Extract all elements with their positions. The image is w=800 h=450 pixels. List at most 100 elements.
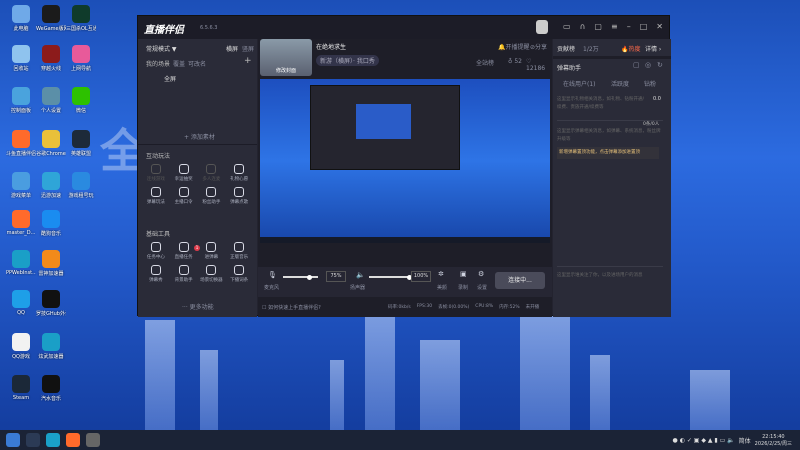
desktop-icon[interactable]: master_D...	[6, 210, 36, 236]
add-source-button[interactable]: + 添加素材	[184, 132, 215, 141]
scene-tab[interactable]: 覆盖	[173, 59, 185, 68]
desktop-icon[interactable]: 三国杀OL互通版-steam	[66, 5, 96, 32]
desktop-icon[interactable]: 迅游加速	[36, 172, 66, 199]
tool-basic-3[interactable]: 正版音乐	[225, 242, 253, 260]
close-icon[interactable]: ✕	[656, 22, 663, 31]
window-icon[interactable]: ▢	[633, 61, 640, 69]
desktop-icon[interactable]: 回收站	[6, 45, 36, 72]
tool-interactive-6[interactable]: 粉丝助手	[198, 187, 226, 205]
hot-label: 🔥热度	[621, 46, 641, 53]
tool-basic-5[interactable]: 背景助手	[170, 265, 198, 283]
add-scene-icon[interactable]: +	[244, 56, 252, 66]
desktop-icon[interactable]: 个人设置	[36, 87, 66, 114]
danmaku-count: 0条/0人	[643, 122, 660, 127]
tool-basic-0[interactable]: 任务中心	[142, 242, 170, 260]
tool-label: 粉丝助手	[202, 200, 221, 205]
stream-preview[interactable]	[260, 79, 550, 243]
desktop-icon[interactable]: 控制面板	[6, 87, 36, 114]
refresh-icon[interactable]: ↻	[657, 61, 663, 69]
record-icon[interactable]: ▣	[460, 270, 467, 278]
landscape-toggle[interactable]: 横屏	[226, 44, 238, 53]
tool-basic-1[interactable]: 直播任务	[170, 242, 198, 260]
tool-interactive-2[interactable]: 多人连麦	[198, 164, 226, 182]
tool-basic-7[interactable]: 下播词条	[225, 265, 253, 283]
desktop-icon[interactable]: 谷歌Chrome	[36, 130, 66, 157]
desktop-icon[interactable]: QQ	[6, 290, 36, 316]
desktop-icon[interactable]: 微信	[66, 87, 96, 114]
tab-diamond-fans[interactable]: 钻粉	[644, 79, 656, 88]
message-icon[interactable]: ▭	[563, 22, 571, 31]
tray-icons[interactable]: ● ◐ ✓ ▣ ◆ ▲ ▮ ▭ 🔈	[673, 437, 735, 444]
tool-interactive-5[interactable]: 主播口令	[170, 187, 198, 205]
share-button[interactable]: ⊘分享	[530, 42, 547, 51]
mic-volume-value[interactable]: 75%	[326, 271, 346, 282]
scene-tab[interactable]: 可改名	[188, 59, 206, 68]
live-companion-taskbar-icon[interactable]	[86, 433, 100, 447]
tool-interactive-4[interactable]: 弹幕玩法	[142, 187, 170, 205]
start-icon[interactable]	[6, 433, 20, 447]
maximize-icon[interactable]: □	[640, 22, 648, 31]
clock[interactable]: 22:15:40 2026/2/25/周三	[755, 434, 792, 447]
scene-item[interactable]: 全屏	[164, 74, 176, 83]
cover-thumbnail[interactable]: 修改封面	[260, 39, 312, 76]
avatar[interactable]	[536, 20, 548, 34]
speaker-volume-value[interactable]: 100%	[411, 271, 431, 282]
stream-title[interactable]: 在绝地求生	[316, 42, 346, 51]
minimize-icon[interactable]: –	[627, 22, 631, 31]
desktop-icon[interactable]: QQ游戏	[6, 333, 36, 360]
tool-interactive-0[interactable]: 连线游戏	[142, 164, 170, 182]
speaker-volume-slider[interactable]	[369, 274, 412, 280]
desktop-icon[interactable]: 酷狗音乐	[36, 210, 66, 237]
desktop-icon[interactable]: 雷神加速器	[36, 250, 66, 277]
settings-icon[interactable]: ⚙	[478, 270, 484, 278]
desktop-icon[interactable]: 炫武加速器	[36, 333, 66, 360]
portrait-toggle[interactable]: 竖屏	[242, 44, 254, 53]
steam-taskbar-icon[interactable]	[26, 433, 40, 447]
tab-online-users[interactable]: 在线用户(1)	[563, 79, 596, 88]
speaker-icon[interactable]: 🔈	[356, 271, 365, 279]
desktop-icon[interactable]: 穿越火线	[36, 45, 66, 72]
detail-link[interactable]: 详情 ›	[645, 44, 661, 53]
category-tag[interactable]: 新游（横屏）· 我口秀	[316, 55, 379, 66]
settings-icon[interactable]: ◎	[645, 61, 651, 69]
accelerator-taskbar-icon[interactable]	[46, 433, 60, 447]
app-icon	[12, 87, 30, 105]
menu-icon[interactable]: ≡	[611, 22, 618, 31]
desktop-icon[interactable]: 上网导航	[66, 45, 96, 72]
desktop-icon[interactable]: 斗鱼直播伴侣	[6, 130, 36, 157]
scenes-label: 我的场景	[146, 61, 171, 68]
stream-alert-button[interactable]: 🔔开播提醒	[498, 42, 530, 51]
more-features-button[interactable]: ··· 更多功能	[182, 302, 214, 311]
tool-basic-6[interactable]: 场景切换器	[198, 265, 226, 283]
mic-volume-slider[interactable]	[283, 274, 318, 280]
desktop-icon[interactable]: 此电脑	[6, 5, 36, 32]
desktop-icon[interactable]: Steam	[6, 375, 36, 401]
tool-basic-4[interactable]: 弹幕秀	[142, 265, 170, 283]
tab-activity[interactable]: 活跃度	[611, 79, 629, 88]
desktop-icon[interactable]: 游戏租号玩	[66, 172, 96, 199]
desktop-icon-label: 上网导航	[70, 66, 91, 72]
tool-interactive-3[interactable]: 礼物心愿	[225, 164, 253, 182]
headset-icon[interactable]: ∩	[580, 22, 586, 31]
desktop-icon[interactable]: WeGame版网专版	[36, 5, 66, 32]
clipboard-icon[interactable]: ▢	[594, 22, 602, 31]
rank-label: 贡献榜	[557, 46, 576, 53]
desktop-icon[interactable]: PPWebInst...	[6, 250, 36, 276]
desktop-icon[interactable]: 罗技GHub外设	[36, 290, 66, 317]
help-link[interactable]: ☐ 如何快速上手直播伴侣?	[262, 304, 321, 311]
desktop-icon[interactable]: 英雄联盟	[66, 130, 96, 157]
tool-interactive-7[interactable]: 弹幕点歌	[225, 187, 253, 205]
desktop-icon[interactable]: 游戏菜单	[6, 172, 36, 199]
mode-dropdown[interactable]: 常规模式 ▼	[146, 44, 177, 53]
connect-button[interactable]: 连接中...	[495, 272, 545, 289]
beauty-icon[interactable]: ✲	[438, 270, 444, 278]
assistant-title: 弹幕助手	[557, 65, 582, 72]
desktop-icon[interactable]: 汽水音乐	[36, 375, 66, 402]
tool-label: 弹幕玩法	[146, 200, 165, 205]
douyu-taskbar-icon[interactable]	[66, 433, 80, 447]
microphone-icon[interactable]: 🎙	[268, 271, 277, 279]
ime-indicator[interactable]: 简体	[739, 436, 751, 445]
tool-interactive-1[interactable]: 幸运抽奖	[170, 164, 198, 182]
tool-basic-2[interactable]: 进弹幕	[198, 242, 226, 260]
pin-notice[interactable]: 新增弹幕置顶功能，点击弹幕添加进置顶	[557, 147, 659, 159]
